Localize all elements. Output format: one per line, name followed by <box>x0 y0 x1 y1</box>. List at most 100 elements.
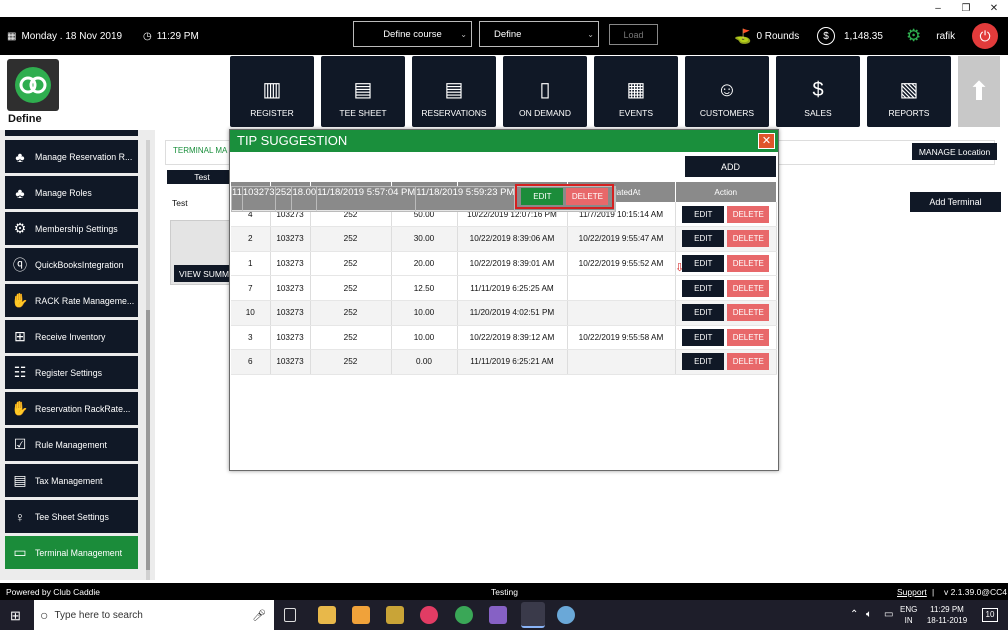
sidebar-item-terminal-management[interactable]: ▭ Terminal Management <box>5 536 138 569</box>
handshake-icon: ✋ <box>11 292 29 308</box>
delete-button[interactable]: DELETE <box>727 230 770 248</box>
cell-id: 7 <box>231 276 271 301</box>
minimize-button[interactable]: – <box>924 0 952 17</box>
action-group: EDIT DELETE <box>682 205 770 223</box>
cell-terminal-locationid: 252 <box>310 276 392 301</box>
edit-button[interactable]: EDIT <box>682 205 725 223</box>
scroll-up-button[interactable]: ⬆ <box>958 56 1000 127</box>
delete-button[interactable]: DELETE <box>566 187 609 205</box>
terminal-name: Test <box>172 198 188 208</box>
nav-tee-sheet[interactable]: ▤ TEE SHEET <box>321 56 405 127</box>
edit-button[interactable]: EDIT <box>682 304 725 322</box>
cell-id: 10 <box>231 300 271 326</box>
table-row[interactable]: 1 103273 252 20.00 10/22/2019 8:39:01 AM 10/2… <box>231 251 777 276</box>
taskbar-search[interactable]: ○ Type here to search 🎤︎ <box>34 600 274 630</box>
edit-button[interactable]: EDIT <box>682 328 725 346</box>
delete-button[interactable]: DELETE <box>727 279 770 297</box>
cell-updatedat: 10/22/2019 9:55:52 AM <box>567 251 676 276</box>
sidebar-item-manage-roles[interactable]: ♣ Manage Roles <box>5 176 138 209</box>
delete-button[interactable]: DELETE <box>727 304 770 322</box>
delete-button[interactable]: DELETE <box>727 254 770 272</box>
modal-close-button[interactable]: ✕ <box>758 133 775 149</box>
clock-icon: ◷ <box>143 30 152 42</box>
sidebar-item-reservation-rackrate[interactable]: ✋ Reservation RackRate... <box>5 392 138 425</box>
view-summary-button[interactable]: VIEW SUMM <box>174 265 230 282</box>
nav-events[interactable]: ▦ EVENTS <box>594 56 678 127</box>
sidebar-item-register-settings[interactable]: ☷ Register Settings <box>5 356 138 389</box>
edit-button[interactable]: EDIT <box>682 254 725 272</box>
restore-button[interactable]: ❐ <box>952 0 980 17</box>
delete-button[interactable]: DELETE <box>727 328 770 346</box>
sidebar-item-tax-management[interactable]: ▤ Tax Management <box>5 464 138 497</box>
edit-button[interactable]: EDIT <box>682 230 725 248</box>
cell-tip-percentage: 0.00 <box>391 349 458 375</box>
sidebar-item-membership-settings[interactable]: ⚙ Membership Settings <box>5 212 138 245</box>
table-row[interactable]: 3 103273 252 10.00 10/22/2019 8:39:12 AM 10/2… <box>231 325 777 350</box>
cell-terminal-locationid: 252 <box>275 186 293 212</box>
slack-icon[interactable] <box>420 606 438 624</box>
nav-register[interactable]: ▥ REGISTER <box>230 56 314 127</box>
input-language[interactable]: ENG IN <box>900 604 917 626</box>
support-link[interactable]: Support <box>897 587 927 597</box>
taskbar-clock[interactable]: 11:29 PM 18-11-2019 <box>922 604 972 626</box>
edit-button[interactable]: EDIT <box>682 353 725 371</box>
sidebar-scrollbar-thumb[interactable] <box>146 310 150 570</box>
add-terminal-button[interactable]: Add Terminal <box>910 192 1001 212</box>
table-row[interactable]: 10 103273 252 10.00 11/20/2019 4:02:51 PM EDI… <box>231 300 777 326</box>
cell-action: EDIT DELETE <box>675 202 777 227</box>
sidebar-item-rule-management[interactable]: ☑ Rule Management <box>5 428 138 461</box>
tax-icon: ▤ <box>13 472 27 488</box>
club-caddie-taskbar-icon[interactable] <box>521 602 545 628</box>
settings-gear-icon[interactable]: ⚙ <box>906 26 921 46</box>
close-icon: ✕ <box>761 135 772 147</box>
power-icon[interactable]: ⏻ <box>972 23 998 49</box>
load-button[interactable]: Load <box>609 24 658 45</box>
sublime-icon[interactable] <box>352 606 370 624</box>
delete-button[interactable]: DELETE <box>727 353 770 371</box>
sidebar-item-rack-rate[interactable]: ✋ RACK Rate Manageme... <box>5 284 138 317</box>
app-icon[interactable] <box>386 606 404 624</box>
tab-test[interactable]: Test <box>167 170 237 184</box>
edit-button[interactable]: EDIT <box>521 187 564 205</box>
paint-icon[interactable] <box>557 606 575 624</box>
manage-location-button[interactable]: MANAGE Location <box>912 143 997 160</box>
money-icon: $ <box>812 79 824 101</box>
windows-start-icon[interactable]: ⊞ <box>10 608 21 624</box>
nav-sales[interactable]: $ SALES <box>776 56 860 127</box>
chrome-icon[interactable] <box>455 606 473 624</box>
search-icon: ○ <box>40 607 49 623</box>
header-nav: Define ▥ REGISTER ▤ TEE SHEET ▤ RESERVAT… <box>0 55 1008 130</box>
terminal-icon: ▭ <box>13 544 27 560</box>
table-row[interactable]: 6 103273 252 0.00 11/11/2019 6:25:21 AM EDIT D… <box>231 349 777 375</box>
tray-chevron-icon[interactable]: ⌃ <box>850 609 858 620</box>
nav-reservations[interactable]: ▤ RESERVATIONS <box>412 56 496 127</box>
close-window-button[interactable]: ✕ <box>980 0 1008 17</box>
table-row[interactable]: 2 103273 252 30.00 10/22/2019 8:39:06 AM 10/2… <box>231 226 777 252</box>
edit-button[interactable]: EDIT <box>682 279 725 297</box>
action-group: EDIT DELETE <box>682 230 770 248</box>
sidebar-item-tee-sheet-settings[interactable]: ♀ Tee Sheet Settings <box>5 500 138 533</box>
network-icon[interactable]: ▭ <box>884 609 893 620</box>
dollar-icon: $ <box>817 27 835 45</box>
microphone-icon[interactable]: 🎤︎ <box>252 609 266 622</box>
table-row[interactable]: 7 103273 252 12.50 11/11/2019 6:25:25 AM EDIT… <box>231 276 777 301</box>
sidebar-item-quickbooks[interactable]: ⓠ QuickBooksIntegration <box>5 248 138 281</box>
volume-icon[interactable]: 🔈︎ <box>866 609 872 620</box>
delete-button[interactable]: DELETE <box>727 205 770 223</box>
breadcrumb: TERMINAL MA <box>173 146 228 155</box>
add-tip-button[interactable]: ADD <box>685 156 776 177</box>
nav-customers[interactable]: ☺ CUSTOMERS <box>685 56 769 127</box>
define-select[interactable]: Define ⌄ <box>479 21 599 47</box>
course-select[interactable]: Define course ⌄ <box>353 21 472 47</box>
visual-studio-icon[interactable] <box>489 606 507 624</box>
file-explorer-icon[interactable] <box>318 606 336 624</box>
nav-on-demand[interactable]: ▯ ON DEMAND <box>503 56 587 127</box>
table-row[interactable]: 11 103273 252 18.00 11/18/2019 5:57:04 PM 11/… <box>231 183 617 212</box>
handshake-icon: ✋ <box>11 400 29 416</box>
top-status-bar: ▦ Monday . 18 Nov 2019 ◷ 11:29 PM Define… <box>0 17 1008 55</box>
sidebar-item-manage-reservation[interactable]: ♣ Manage Reservation R... <box>5 140 138 173</box>
task-view-icon[interactable] <box>284 608 296 622</box>
nav-reports[interactable]: ▧ REPORTS <box>867 56 951 127</box>
sidebar-item-receive-inventory[interactable]: ⊞ Receive Inventory <box>5 320 138 353</box>
notification-center-icon[interactable]: 10 <box>982 608 998 622</box>
